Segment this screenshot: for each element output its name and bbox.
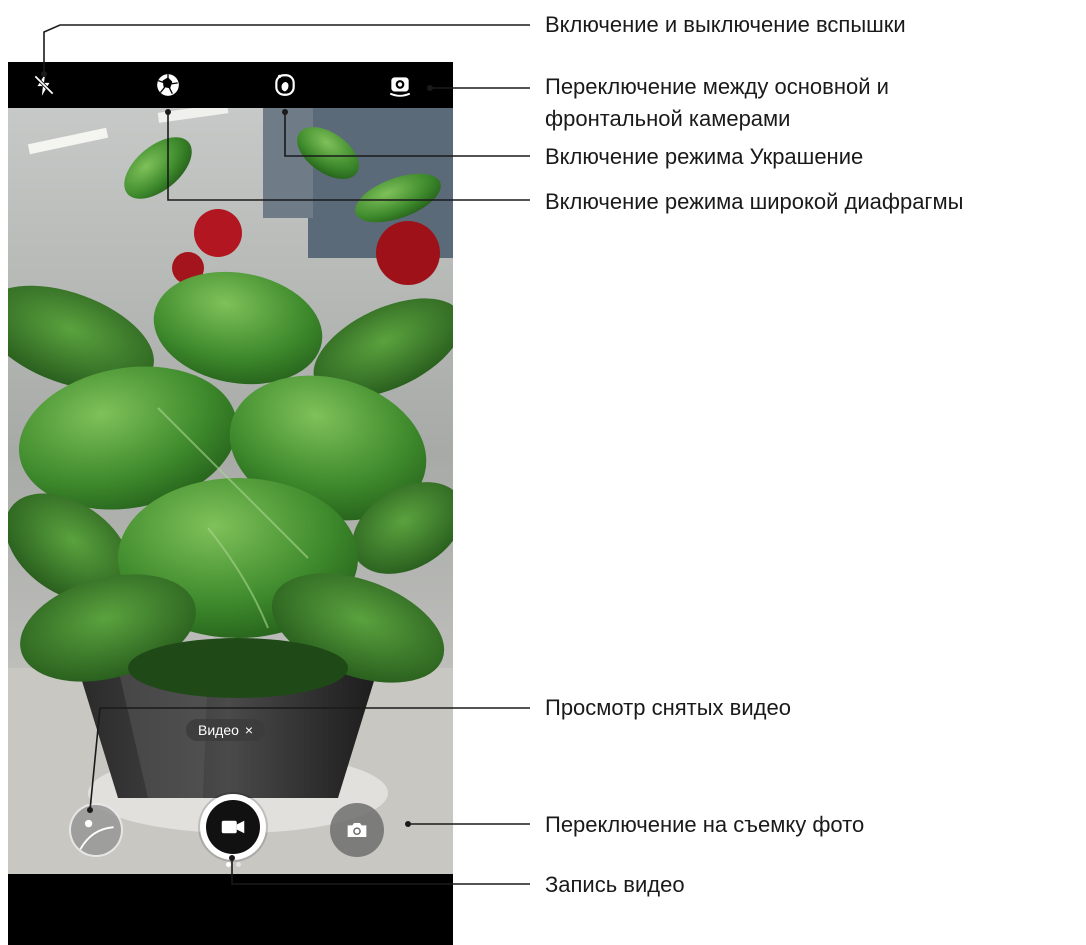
callout-gallery: Просмотр снятых видео [545, 695, 791, 720]
callout-flash: Включение и выключение вспышки [545, 12, 906, 37]
camera-screen: Видео × [8, 62, 453, 945]
camera-photo-icon[interactable] [330, 803, 384, 857]
mode-indicator-active [226, 862, 231, 867]
callout-switch-camera-line1: Переключение между основной и [545, 74, 889, 99]
plant-photo [8, 108, 453, 874]
camera-bottom-bar [8, 874, 453, 945]
callout-record: Запись видео [545, 872, 685, 897]
callout-aperture: Включение режима широкой диафрагмы [545, 189, 964, 214]
camera-switch-icon[interactable] [386, 71, 414, 99]
record-button[interactable] [200, 794, 266, 860]
camera-top-bar [8, 62, 453, 108]
video-mode-label: Видео [198, 722, 239, 738]
beauty-icon[interactable] [271, 71, 299, 99]
close-icon[interactable]: × [245, 722, 253, 738]
gallery-thumbnail-icon[interactable] [69, 803, 123, 857]
video-mode-chip[interactable]: Видео × [186, 719, 266, 741]
video-record-icon [206, 800, 260, 854]
aperture-icon[interactable] [154, 71, 182, 99]
callout-switch-camera-line2: фронтальной камерами [545, 106, 791, 131]
flash-off-icon[interactable] [30, 71, 58, 99]
mode-indicator [236, 862, 241, 867]
callout-beauty: Включение режима Украшение [545, 144, 864, 169]
camera-viewfinder[interactable] [8, 108, 453, 874]
callout-photo-mode: Переключение на съемку фото [545, 812, 865, 837]
